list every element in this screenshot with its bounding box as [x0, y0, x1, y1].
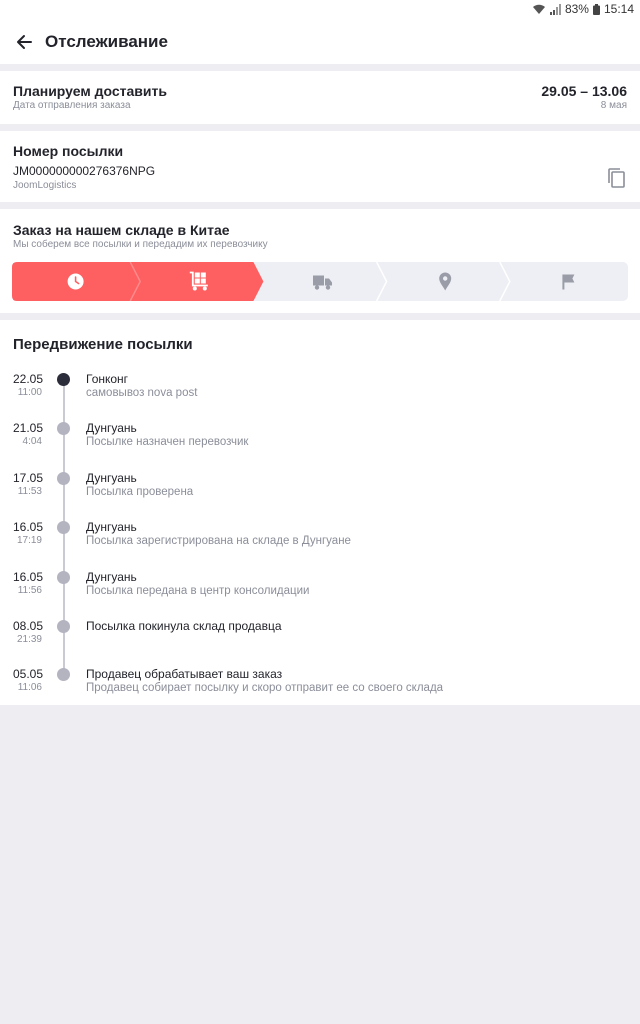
event-description: самовывоз nova post: [86, 387, 198, 399]
status-dot: [57, 422, 70, 435]
timeline-event: 16.05 17:19 Дунгуань Посылка зарегистрирова…: [0, 520, 640, 556]
copy-icon: [608, 168, 625, 188]
parcel-title: Номер посылки: [13, 143, 124, 159]
tracking-number: JM000000000276376NPG: [13, 164, 156, 178]
event-description: Продавец собирает посылку и скоро отправ…: [86, 682, 444, 694]
event-description: Посылка передана в центр консолидации: [86, 585, 310, 597]
stage-title: Заказ на нашем складе в Китае: [13, 222, 230, 238]
movement-title: Передвижение посылки: [13, 336, 193, 353]
event-title: Дунгуань: [86, 570, 137, 584]
signal-icon: [549, 3, 561, 15]
arrow-back-icon: [17, 35, 32, 49]
timeline-event: 08.05 21:39 Посылка покинула склад продавц…: [0, 619, 640, 655]
status-time: 15:14: [603, 2, 634, 16]
app-bar: Отслеживание: [0, 20, 640, 64]
delivery-date-range: 29.05 – 13.06: [541, 83, 627, 99]
status-dot: [57, 571, 70, 584]
event-title: Дунгуань: [86, 471, 137, 485]
battery-percent: 83%: [564, 2, 589, 16]
event-time: 4:04: [22, 436, 42, 447]
event-date: 05.05: [13, 667, 44, 681]
delivery-subtitle: Дата отправления заказа: [13, 100, 131, 111]
progress-fill: [12, 262, 264, 301]
timeline-event: 16.05 11:56 Дунгуань Посылка передана в цен…: [0, 570, 640, 606]
delivery-title: Планируем доставить: [13, 83, 167, 99]
stage-card: Заказ на нашем складе в Китае Мы соберем…: [0, 209, 640, 313]
status-dot: [57, 668, 70, 681]
event-date: 21.05: [13, 421, 44, 435]
event-title: Гонконг: [86, 372, 129, 386]
event-time: 17:19: [16, 535, 42, 546]
event-description: Посылка проверена: [86, 486, 194, 498]
event-date: 16.05: [13, 520, 44, 534]
wifi-icon: [532, 4, 545, 14]
event-time: 11:53: [17, 486, 42, 497]
battery-icon: [592, 3, 600, 15]
event-time: 11:00: [17, 387, 42, 398]
order-date: 8 мая: [600, 100, 627, 111]
timeline-event: 17.05 11:53 Дунгуань Посылка проверена: [0, 471, 640, 507]
event-time: 11:06: [17, 682, 42, 693]
event-date: 16.05: [13, 570, 44, 584]
back-button[interactable]: [10, 28, 38, 56]
event-title: Дунгуань: [86, 520, 137, 534]
status-bar: 83% 15:14: [0, 0, 640, 20]
event-time: 21:39: [16, 634, 42, 645]
status-dot: [57, 521, 70, 534]
status-dot: [57, 620, 70, 633]
event-title: Посылка покинула склад продавца: [86, 619, 282, 633]
status-dot: [57, 472, 70, 485]
event-date: 17.05: [13, 471, 44, 485]
carrier-name: JoomLogistics: [13, 180, 77, 191]
timeline-event: 21.05 4:04 Дунгуань Посылке назначен перево…: [0, 421, 640, 457]
shipment-progress: [12, 262, 628, 301]
copy-button[interactable]: [607, 167, 627, 189]
event-description: Посылке назначен перевозчик: [86, 436, 249, 448]
event-title: Дунгуань: [86, 421, 137, 435]
movement-card: Передвижение посылки 22.05 11:00 Гонконг са…: [0, 320, 640, 705]
page-title: Отслеживание: [45, 32, 168, 51]
delivery-card: Планируем доставить Дата отправления зак…: [0, 71, 640, 124]
event-time: 11:56: [17, 585, 42, 596]
stage-subtitle: Мы соберем все посылки и передадим их пе…: [13, 239, 268, 250]
clock-icon: [67, 273, 84, 290]
event-date: 08.05: [13, 619, 44, 633]
timeline-event: 22.05 11:00 Гонконг самовывоз nova post: [0, 372, 640, 408]
event-description: Посылка зарегистрирована на складе в Дун…: [86, 535, 351, 547]
event-date: 22.05: [13, 372, 44, 386]
event-title: Продавец обрабатывает ваш заказ: [86, 667, 283, 681]
current-status-dot: [57, 373, 70, 386]
parcel-card: Номер посылки JM000000000276376NPG JoomL…: [0, 131, 640, 202]
timeline-event: 05.05 11:06 Продавец обрабатывает ваш зака…: [0, 667, 640, 703]
